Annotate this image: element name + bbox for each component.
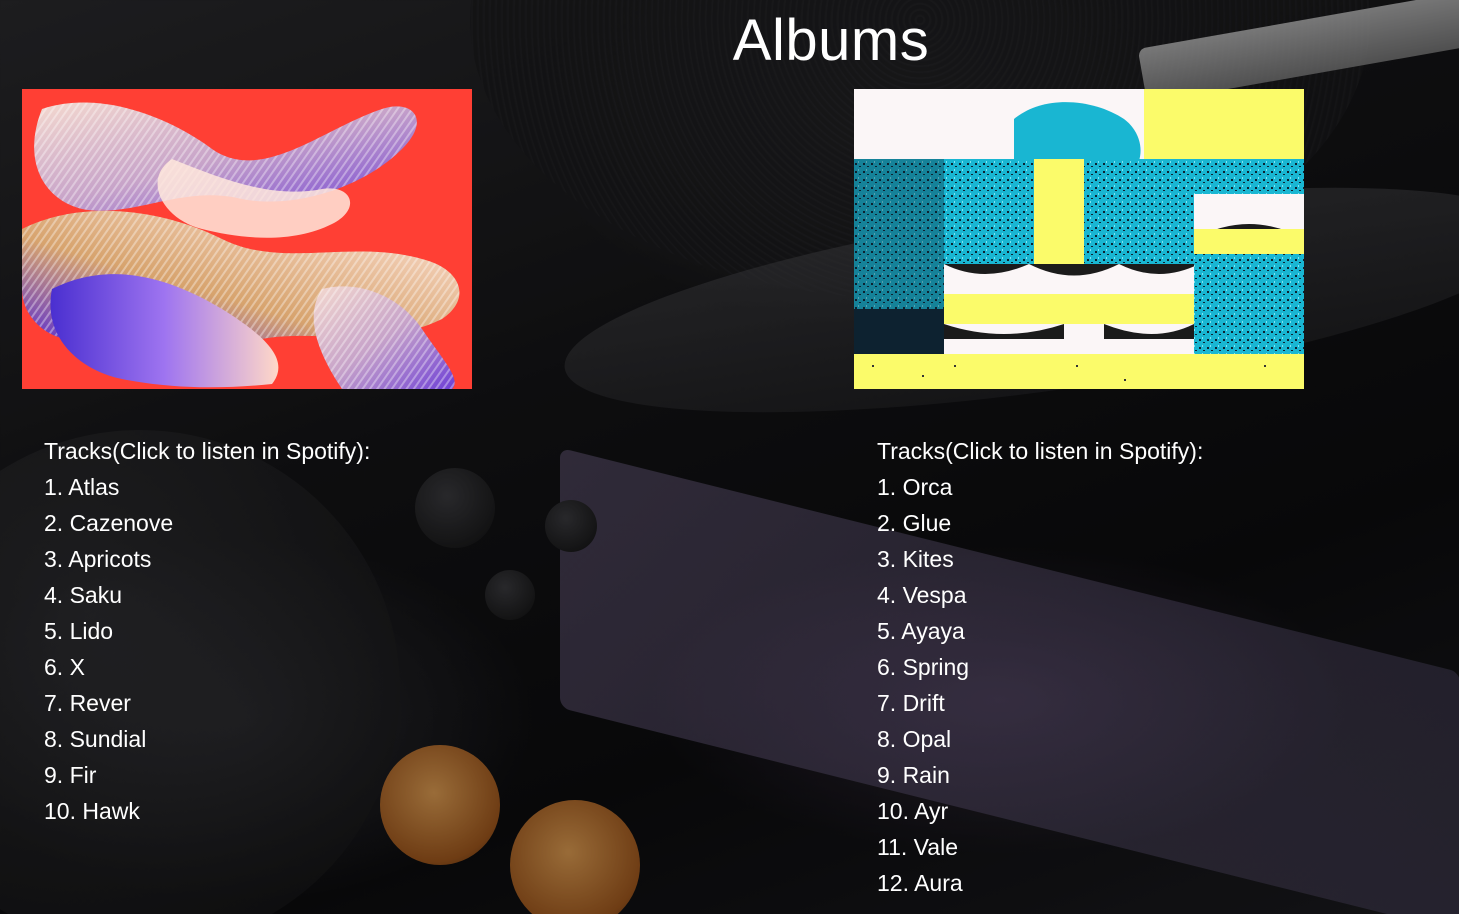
track-link[interactable]: 5. Ayaya xyxy=(877,613,1203,649)
track-link[interactable]: 4. Vespa xyxy=(877,577,1203,613)
track-link[interactable]: 1. Orca xyxy=(877,469,1203,505)
list-item: 4. Vespa xyxy=(877,577,1203,613)
tracks-heading: Tracks(Click to listen in Spotify): xyxy=(877,438,1204,464)
track-link[interactable]: 11. Vale xyxy=(877,829,1203,865)
list-item: 11. Vale xyxy=(877,829,1203,865)
track-link[interactable]: 7. Drift xyxy=(877,685,1203,721)
track-link[interactable]: 4. Saku xyxy=(44,577,370,613)
track-link[interactable]: 1. Atlas xyxy=(44,469,370,505)
track-link[interactable]: 2. Cazenove xyxy=(44,505,370,541)
album-2-tracklist: Tracks(Click to listen in Spotify): 1. O… xyxy=(877,433,1203,901)
list-item: 6. X xyxy=(44,649,370,685)
track-link[interactable]: 3. Apricots xyxy=(44,541,370,577)
list-item: 9. Rain xyxy=(877,757,1203,793)
albums-page: Albums Tracks(Click to listen in Spotify… xyxy=(0,0,1459,914)
track-link[interactable]: 2. Glue xyxy=(877,505,1203,541)
list-item: 7. Rever xyxy=(44,685,370,721)
list-item: 1. Atlas xyxy=(44,469,370,505)
list-item: 2. Cazenove xyxy=(44,505,370,541)
track-link[interactable]: 6. Spring xyxy=(877,649,1203,685)
track-link[interactable]: 9. Fir xyxy=(44,757,370,793)
track-link[interactable]: 3. Kites xyxy=(877,541,1203,577)
tracks-heading: Tracks(Click to listen in Spotify): xyxy=(44,438,371,464)
list-item: 8. Sundial xyxy=(44,721,370,757)
list-item: 2. Glue xyxy=(877,505,1203,541)
list-item: 3. Apricots xyxy=(44,541,370,577)
track-link[interactable]: 10. Ayr xyxy=(877,793,1203,829)
list-item: 3. Kites xyxy=(877,541,1203,577)
list-item: 8. Opal xyxy=(877,721,1203,757)
list-item: 10. Hawk xyxy=(44,793,370,829)
track-link[interactable]: 12. Aura xyxy=(877,865,1203,901)
album-cover-art-icon xyxy=(854,89,1304,389)
track-link[interactable]: 9. Rain xyxy=(877,757,1203,793)
page-title: Albums xyxy=(732,8,930,73)
track-link[interactable]: 8. Sundial xyxy=(44,721,370,757)
track-link[interactable]: 5. Lido xyxy=(44,613,370,649)
list-item: 5. Ayaya xyxy=(877,613,1203,649)
list-item: 5. Lido xyxy=(44,613,370,649)
list-item: 7. Drift xyxy=(877,685,1203,721)
track-link[interactable]: 8. Opal xyxy=(877,721,1203,757)
track-link[interactable]: 7. Rever xyxy=(44,685,370,721)
track-link[interactable]: 6. X xyxy=(44,649,370,685)
album-cover-art-icon xyxy=(22,89,472,389)
list-item: 4. Saku xyxy=(44,577,370,613)
list-item: 10. Ayr xyxy=(877,793,1203,829)
list-item: 12. Aura xyxy=(877,865,1203,901)
list-item: 6. Spring xyxy=(877,649,1203,685)
list-item: 9. Fir xyxy=(44,757,370,793)
album-1-tracklist: Tracks(Click to listen in Spotify): 1. A… xyxy=(44,433,370,829)
track-link[interactable]: 10. Hawk xyxy=(44,793,370,829)
list-item: 1. Orca xyxy=(877,469,1203,505)
